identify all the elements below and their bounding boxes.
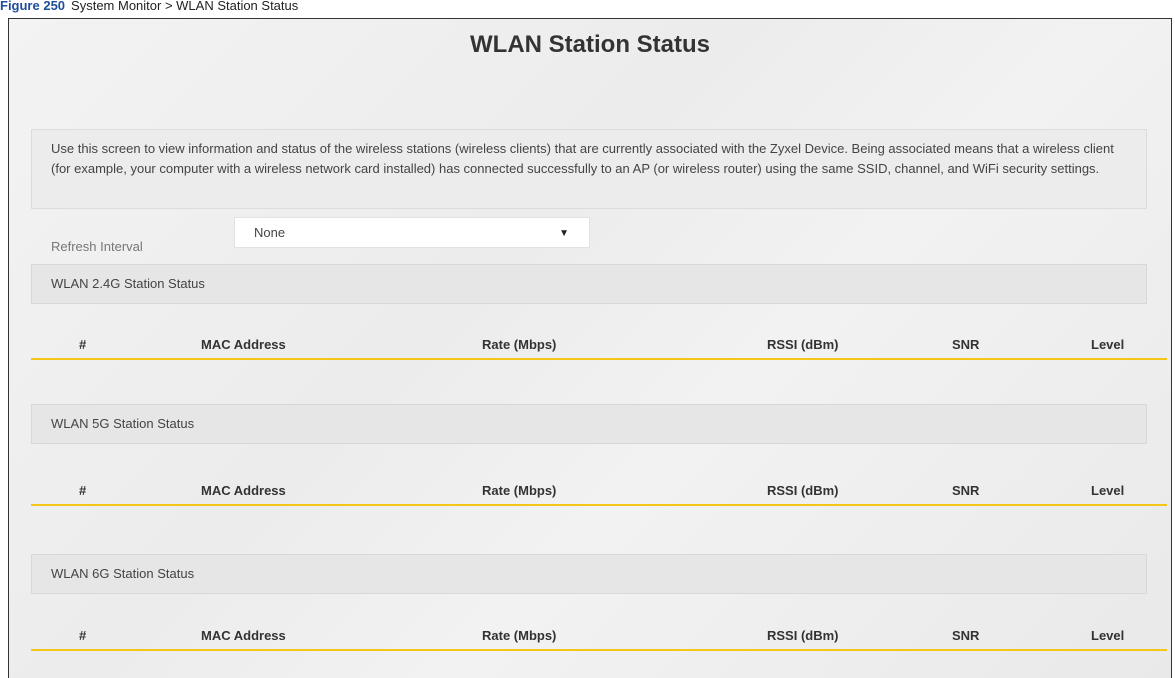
col-level: Level	[1091, 628, 1125, 643]
col-snr: SNR	[952, 628, 980, 643]
col-rssi: RSSI (dBm)	[767, 483, 839, 498]
col-snr: SNR	[952, 337, 980, 352]
col-mac-address: MAC Address	[201, 628, 286, 643]
table-header-2-4g: # MAC Address Rate (Mbps) RSSI (dBm) SNR…	[31, 328, 1167, 360]
screen-frame: WLAN Station Status Use this screen to v…	[8, 18, 1172, 678]
section-header-2-4g: WLAN 2.4G Station Status	[31, 264, 1147, 304]
page-title: WLAN Station Status	[470, 31, 710, 58]
col-level: Level	[1091, 483, 1125, 498]
col-rssi: RSSI (dBm)	[767, 337, 839, 352]
col-mac-address: MAC Address	[201, 337, 286, 352]
col-mac-address: MAC Address	[201, 483, 286, 498]
refresh-interval-label: Refresh Interval	[51, 239, 143, 254]
col-rate: Rate (Mbps)	[482, 483, 557, 498]
col-snr: SNR	[952, 483, 980, 498]
caret-down-icon: ▼	[559, 228, 569, 239]
col-rate: Rate (Mbps)	[482, 337, 557, 352]
col-index: #	[79, 337, 87, 352]
table-header-6g: # MAC Address Rate (Mbps) RSSI (dBm) SNR…	[31, 619, 1167, 651]
table-header-5g: # MAC Address Rate (Mbps) RSSI (dBm) SNR…	[31, 474, 1167, 506]
col-rssi: RSSI (dBm)	[767, 628, 839, 643]
col-level: Level	[1091, 337, 1125, 352]
refresh-interval-value: None	[254, 225, 286, 240]
col-index: #	[79, 483, 87, 498]
section-header-6g: WLAN 6G Station Status	[31, 554, 1147, 594]
col-index: #	[79, 628, 87, 643]
figure-caption-text: System Monitor > WLAN Station Status	[71, 0, 299, 13]
figure-caption: Figure 250 System Monitor > WLAN Station …	[0, 0, 298, 18]
figure-label: Figure 250	[0, 0, 66, 13]
description-box: Use this screen to view information and …	[31, 129, 1147, 209]
refresh-interval-select[interactable]: None ▼	[234, 217, 590, 248]
section-header-5g: WLAN 5G Station Status	[31, 404, 1147, 444]
col-rate: Rate (Mbps)	[482, 628, 557, 643]
